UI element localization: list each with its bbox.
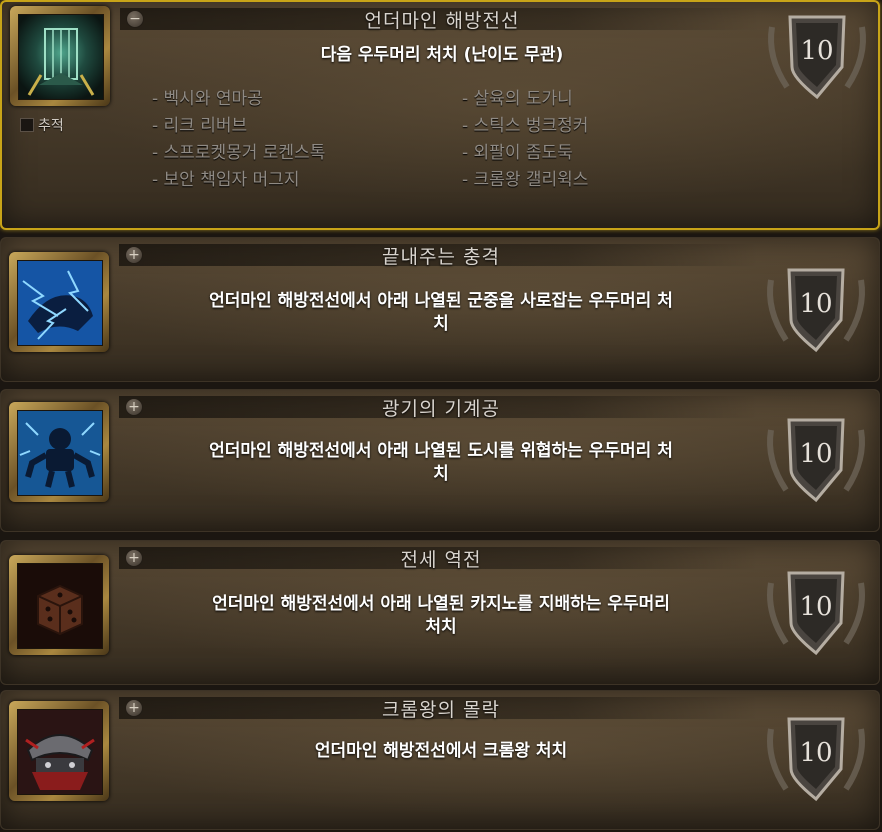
description-line: 치 (433, 314, 449, 334)
description-line: 치 (433, 464, 449, 484)
description-line: 언더마인 해방전선에서 아래 나열된 카지노를 지배하는 우두머리 (212, 594, 670, 614)
undermine-cage-icon (18, 14, 104, 100)
points-value: 10 (799, 289, 832, 319)
achievement-description: 언더마인 해방전선에서 아래 나열된 도시를 위협하는 우두머리 처 치 (141, 440, 741, 486)
casino-dice-icon (17, 563, 103, 649)
criteria-list: - 벡시와 연마공 - 살육의 도가니 - 리크 리버브 - 스틱스 벙크정커 … (152, 86, 672, 193)
achievement-title: 크롬왕의 몰락 (382, 699, 500, 721)
achievement-icon-frame (9, 555, 109, 655)
points-shield-icon: 10 (761, 260, 871, 360)
achievement-undermine-liberation[interactable]: − 언더마인 해방전선 다음 우두머리 처치 (난이도 무관) 추적 - 벡시와… (0, 0, 880, 230)
points-shield-icon: 10 (761, 563, 871, 663)
tracking-toggle[interactable]: 추적 (20, 115, 64, 135)
mechanic-robot-icon (17, 410, 103, 496)
achievement-shocking-finish[interactable]: + 끝내주는 충격 언더마인 해방전선에서 아래 나열된 군중을 사로잡는 우두… (0, 237, 880, 382)
achievement-icon-frame (9, 252, 109, 352)
achievement-title: 광기의 기계공 (382, 398, 500, 420)
expand-button[interactable]: + (125, 246, 143, 264)
achievement-description: 다음 우두머리 처치 (난이도 무관) (320, 45, 564, 65)
achievement-icon-frame (10, 6, 110, 106)
tracking-checkbox[interactable] (20, 118, 34, 132)
criteria-item: - 보안 책임자 머그지 (152, 170, 300, 190)
criteria-item: - 살육의 도가니 (462, 89, 573, 109)
description-line: 언더마인 해방전선에서 아래 나열된 군중을 사로잡는 우두머리 처 (209, 291, 673, 311)
criteria-item: - 리크 리버브 (152, 116, 248, 136)
chrome-king-helmet-icon (17, 709, 103, 795)
criteria-item: - 벡시와 연마공 (152, 89, 263, 109)
points-value: 10 (799, 592, 832, 622)
expand-button[interactable]: + (125, 398, 143, 416)
criteria-item: - 스프로켓몽거 로켄스톡 (152, 143, 326, 163)
expand-button[interactable]: + (125, 549, 143, 567)
description-line: 언더마인 해방전선에서 아래 나열된 도시를 위협하는 우두머리 처 (209, 441, 673, 461)
expand-button[interactable]: + (125, 699, 143, 717)
achievement-chrome-king-fall[interactable]: + 크롬왕의 몰락 언더마인 해방전선에서 크롬왕 처치 10 (0, 690, 880, 830)
criteria-item: - 외팔이 좀도둑 (462, 143, 573, 163)
lightning-beast-icon (17, 260, 103, 346)
achievement-description: 언더마인 해방전선에서 아래 나열된 군중을 사로잡는 우두머리 처 치 (141, 290, 741, 336)
points-value: 10 (799, 738, 832, 768)
achievement-description: 언더마인 해방전선에서 크롬왕 처치 (314, 741, 568, 761)
points-shield-icon: 10 (761, 709, 871, 809)
criteria-item: - 크롬왕 갤리윅스 (462, 170, 589, 190)
achievement-icon-frame (9, 701, 109, 801)
points-value: 10 (800, 36, 833, 66)
points-value: 10 (799, 439, 832, 469)
tracking-label: 추적 (38, 118, 64, 134)
achievement-description: 언더마인 해방전선에서 아래 나열된 카지노를 지배하는 우두머리 처치 (141, 593, 741, 639)
achievement-title: 끝내주는 충격 (382, 246, 500, 268)
achievement-title: 언더마인 해방전선 (364, 10, 520, 32)
collapse-button[interactable]: − (126, 10, 144, 28)
achievement-turn-the-tables[interactable]: + 전세 역전 언더마인 해방전선에서 아래 나열된 카지노를 지배하는 우두머… (0, 540, 880, 685)
points-shield-icon: 10 (761, 410, 871, 510)
achievement-title: 전세 역전 (400, 549, 482, 571)
points-shield-icon: 10 (762, 7, 872, 107)
achievement-mad-mechanic[interactable]: + 광기의 기계공 언더마인 해방전선에서 아래 나열된 도시를 위협하는 우두… (0, 389, 880, 532)
achievement-icon-frame (9, 402, 109, 502)
criteria-item: - 스틱스 벙크정커 (462, 116, 589, 136)
description-line: 처치 (425, 617, 457, 637)
